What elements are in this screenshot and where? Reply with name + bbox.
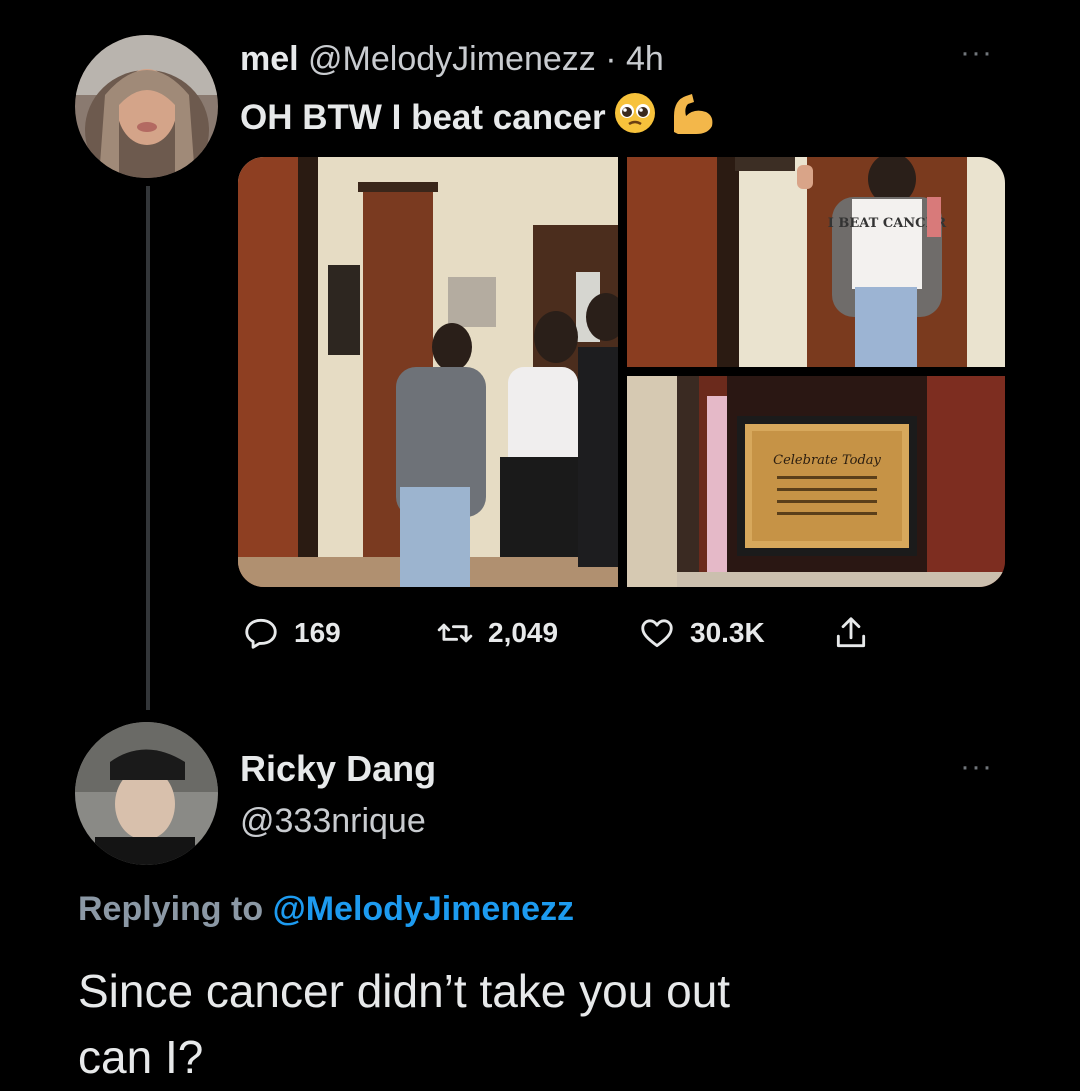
- reply-action[interactable]: 169: [242, 614, 341, 652]
- author-handle[interactable]: @MelodyJimenezz: [308, 40, 596, 78]
- reply-count: 169: [294, 617, 341, 648]
- like-action[interactable]: 30.3K: [638, 614, 765, 652]
- pleading-face-icon: [612, 90, 658, 145]
- thread-connector-line: [146, 186, 150, 710]
- share-icon: [836, 617, 866, 648]
- reply-icon: [245, 618, 277, 649]
- photo-hallway-image: [238, 157, 618, 587]
- reply-text-line-2: can I?: [78, 1031, 204, 1083]
- retweet-icon: [437, 623, 473, 643]
- like-count: 30.3K: [690, 617, 765, 648]
- reply-more-button[interactable]: ···: [960, 750, 993, 784]
- avatar-ricky[interactable]: [75, 722, 218, 865]
- media-photo-shirt[interactable]: I BEAT CANCER: [627, 157, 1005, 367]
- retweet-action[interactable]: 2,049: [436, 614, 558, 652]
- media-photo-hallway[interactable]: [238, 157, 618, 587]
- replying-to-mention[interactable]: @MelodyJimenezz: [273, 890, 574, 928]
- photo-plaque-image: Celebrate Today: [627, 376, 1005, 587]
- flexed-biceps-icon: [668, 90, 716, 145]
- photo-shirt-image: I BEAT CANCER: [627, 157, 1005, 367]
- retweet-count: 2,049: [488, 617, 559, 648]
- reply-text-line-1: Since cancer didn’t take you out: [78, 965, 731, 1017]
- tweet-time[interactable]: 4h: [626, 40, 664, 78]
- time-separator: ·: [595, 40, 626, 78]
- share-action[interactable]: [832, 614, 870, 652]
- avatar-image: [75, 35, 218, 178]
- reply-author-handle[interactable]: @333nrique: [240, 802, 426, 841]
- avatar-image: [75, 722, 218, 865]
- plaque-title: Celebrate Today: [773, 453, 881, 468]
- reply-author-name[interactable]: Ricky Dang: [240, 748, 436, 790]
- author-name[interactable]: mel: [240, 40, 299, 78]
- tweet-text: OH BTW I beat cancer: [240, 97, 606, 137]
- heart-icon: [641, 619, 673, 648]
- replying-to-label: Replying to: [78, 890, 273, 928]
- media-photo-plaque[interactable]: Celebrate Today: [627, 376, 1005, 587]
- tweet-media-grid[interactable]: I BEAT CANCER Celebrate Today: [238, 157, 1005, 587]
- tweet-more-button[interactable]: ···: [960, 36, 993, 70]
- avatar-mel[interactable]: [75, 35, 218, 178]
